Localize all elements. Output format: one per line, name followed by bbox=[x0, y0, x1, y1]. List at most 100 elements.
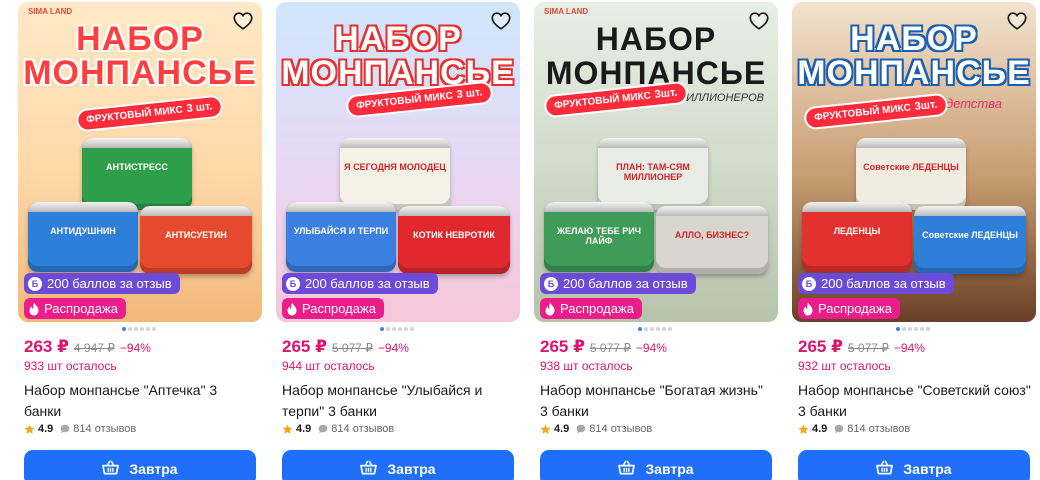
photo-headline: НАБОР МОНПАНСЬЕ bbox=[797, 20, 1031, 92]
rating-value: 4.9 bbox=[38, 423, 54, 435]
pagination-dot[interactable] bbox=[638, 327, 642, 331]
speech-bubble-icon bbox=[318, 424, 328, 434]
stock-remaining: 933 шт осталось bbox=[24, 359, 117, 373]
can-1: Советские ЛЕДЕНЦЫ bbox=[856, 138, 966, 210]
discount-percent: −94% bbox=[893, 341, 925, 355]
pagination-dot[interactable] bbox=[644, 327, 648, 331]
pagination-dot[interactable] bbox=[146, 327, 150, 331]
old-price: 5 077 ₽ bbox=[589, 341, 631, 355]
product-card[interactable]: НАБОР МОНПАНСЬЕ ФРУКТОВЫЙ МИКС 3 шт. Я СЕ… bbox=[276, 0, 520, 480]
add-to-cart-button[interactable]: Завтра bbox=[540, 450, 772, 480]
price-row: 265 ₽ 5 077 ₽ −94% bbox=[798, 337, 925, 357]
product-photo[interactable]: SIMA LAND НАБОР МОНПАНСЬЕ ФРУКТОВЫЙ МИКС… bbox=[18, 2, 262, 322]
photo-pagination[interactable] bbox=[896, 327, 930, 331]
product-title[interactable]: Набор монпансье "Богатая жизнь" 3 банки bbox=[540, 380, 774, 422]
can-2-label: УЛЫБАЙСЯ И ТЕРПИ bbox=[293, 226, 389, 236]
discount-percent: −94% bbox=[635, 341, 667, 355]
pagination-dot[interactable] bbox=[902, 327, 906, 331]
can-1: Я СЕГОДНЯ МОЛОДЕЦ bbox=[340, 138, 450, 210]
basket-icon bbox=[618, 460, 636, 475]
product-title[interactable]: Набор монпансье "Улыбайся и терпи" 3 бан… bbox=[282, 380, 516, 422]
pagination-dot[interactable] bbox=[404, 327, 408, 331]
mix-badge: ФРУКТОВЫЙ МИКС 3шт. bbox=[803, 92, 949, 131]
stock-remaining: 932 шт осталось bbox=[798, 359, 891, 373]
pagination-dot[interactable] bbox=[398, 327, 402, 331]
pagination-dot[interactable] bbox=[926, 327, 930, 331]
brand-logo: SIMA LAND bbox=[544, 7, 589, 16]
rewards-coin-icon: Б bbox=[544, 276, 558, 291]
can-3-label: АЛЛО, БИЗНЕС? bbox=[674, 230, 750, 240]
photo-pagination[interactable] bbox=[122, 327, 156, 331]
rewards-coin-icon: Б bbox=[28, 276, 42, 291]
flame-icon bbox=[29, 302, 39, 315]
can-1-label: Советские ЛЕДЕНЦЫ bbox=[863, 162, 959, 172]
pagination-dot[interactable] bbox=[668, 327, 672, 331]
reviews-count[interactable]: 814 отзывов bbox=[331, 423, 394, 435]
product-card[interactable]: НАБОР МОНПАНСЬЕ вкус детства ФРУКТОВЫЙ М… bbox=[792, 0, 1036, 480]
pagination-dot[interactable] bbox=[380, 327, 384, 331]
flame-icon bbox=[545, 302, 555, 315]
speech-bubble-icon bbox=[834, 424, 844, 434]
photo-pagination[interactable] bbox=[380, 327, 414, 331]
photo-pagination[interactable] bbox=[638, 327, 672, 331]
pagination-dot[interactable] bbox=[908, 327, 912, 331]
heart-outline-icon[interactable] bbox=[232, 10, 254, 32]
pagination-dot[interactable] bbox=[128, 327, 132, 331]
current-price: 265 ₽ bbox=[798, 337, 843, 356]
rewards-label: 200 баллов за отзыв bbox=[563, 276, 688, 291]
pagination-dot[interactable] bbox=[896, 327, 900, 331]
sale-badge: Распродажа bbox=[798, 298, 900, 319]
reviews-count[interactable]: 814 отзывов bbox=[589, 423, 652, 435]
star-icon bbox=[798, 424, 809, 434]
can-2: ЛЕДЕНЦЫ bbox=[802, 202, 912, 272]
can-3: АЛЛО, БИЗНЕС? bbox=[656, 206, 768, 274]
product-card[interactable]: SIMA LAND НАБОР МОНПАНСЬЕ ДЛЯ МИЛЛИОНЕРО… bbox=[534, 0, 778, 480]
pagination-dot[interactable] bbox=[152, 327, 156, 331]
mix-count: 3 шт. bbox=[186, 100, 214, 116]
rating-row: 4.9 814 отзывов bbox=[540, 423, 652, 435]
pagination-dot[interactable] bbox=[386, 327, 390, 331]
product-photo[interactable]: НАБОР МОНПАНСЬЕ вкус детства ФРУКТОВЫЙ М… bbox=[792, 2, 1036, 322]
can-3-label: Советские ЛЕДЕНЦЫ bbox=[922, 230, 1018, 240]
product-photo[interactable]: НАБОР МОНПАНСЬЕ ФРУКТОВЫЙ МИКС 3 шт. Я СЕ… bbox=[276, 2, 520, 322]
can-1: АНТИСТРЕСС bbox=[82, 138, 192, 210]
pagination-dot[interactable] bbox=[140, 327, 144, 331]
rewards-label: 200 баллов за отзыв bbox=[305, 276, 430, 291]
can-3-label: АНТИСУЕТИН bbox=[165, 230, 227, 240]
pagination-dot[interactable] bbox=[392, 327, 396, 331]
pagination-dot[interactable] bbox=[914, 327, 918, 331]
price-row: 265 ₽ 5 077 ₽ −94% bbox=[540, 337, 667, 357]
pagination-dot[interactable] bbox=[134, 327, 138, 331]
pagination-dot[interactable] bbox=[650, 327, 654, 331]
pagination-dot[interactable] bbox=[662, 327, 666, 331]
add-to-cart-button[interactable]: Завтра bbox=[798, 450, 1030, 480]
can-3: КОТИК НЕВРОТИК bbox=[398, 206, 510, 274]
add-to-cart-button[interactable]: Завтра bbox=[282, 450, 514, 480]
mix-label: ФРУКТОВЫЙ МИКС bbox=[85, 104, 184, 126]
heart-outline-icon[interactable] bbox=[1006, 10, 1028, 32]
sale-label: Распродажа bbox=[818, 301, 892, 316]
pagination-dot[interactable] bbox=[656, 327, 660, 331]
product-card[interactable]: SIMA LAND НАБОР МОНПАНСЬЕ ФРУКТОВЫЙ МИКС… bbox=[18, 0, 262, 480]
sale-label: Распродажа bbox=[560, 301, 634, 316]
heart-outline-icon[interactable] bbox=[490, 10, 512, 32]
rewards-coin-icon: Б bbox=[802, 276, 816, 291]
heart-outline-icon[interactable] bbox=[748, 10, 770, 32]
mix-count: 3шт. bbox=[654, 86, 678, 101]
pagination-dot[interactable] bbox=[410, 327, 414, 331]
rating-row: 4.9 814 отзывов bbox=[24, 423, 136, 435]
can-3-label: КОТИК НЕВРОТИК bbox=[413, 230, 495, 240]
product-photo[interactable]: SIMA LAND НАБОР МОНПАНСЬЕ ДЛЯ МИЛЛИОНЕРО… bbox=[534, 2, 778, 322]
current-price: 265 ₽ bbox=[540, 337, 585, 356]
reviews-count[interactable]: 814 отзывов bbox=[847, 423, 910, 435]
add-to-cart-button[interactable]: Завтра bbox=[24, 450, 256, 480]
pagination-dot[interactable] bbox=[920, 327, 924, 331]
can-2-label: ЛЕДЕНЦЫ bbox=[833, 226, 881, 236]
reviews-count[interactable]: 814 отзывов bbox=[73, 423, 136, 435]
price-row: 265 ₽ 5 077 ₽ −94% bbox=[282, 337, 409, 357]
sale-label: Распродажа bbox=[44, 301, 118, 316]
product-title[interactable]: Набор монпансье "Аптечка" 3 банки bbox=[24, 380, 258, 422]
star-icon bbox=[540, 424, 551, 434]
pagination-dot[interactable] bbox=[122, 327, 126, 331]
product-title[interactable]: Набор монпансье "Советский союз" 3 банки bbox=[798, 380, 1032, 422]
